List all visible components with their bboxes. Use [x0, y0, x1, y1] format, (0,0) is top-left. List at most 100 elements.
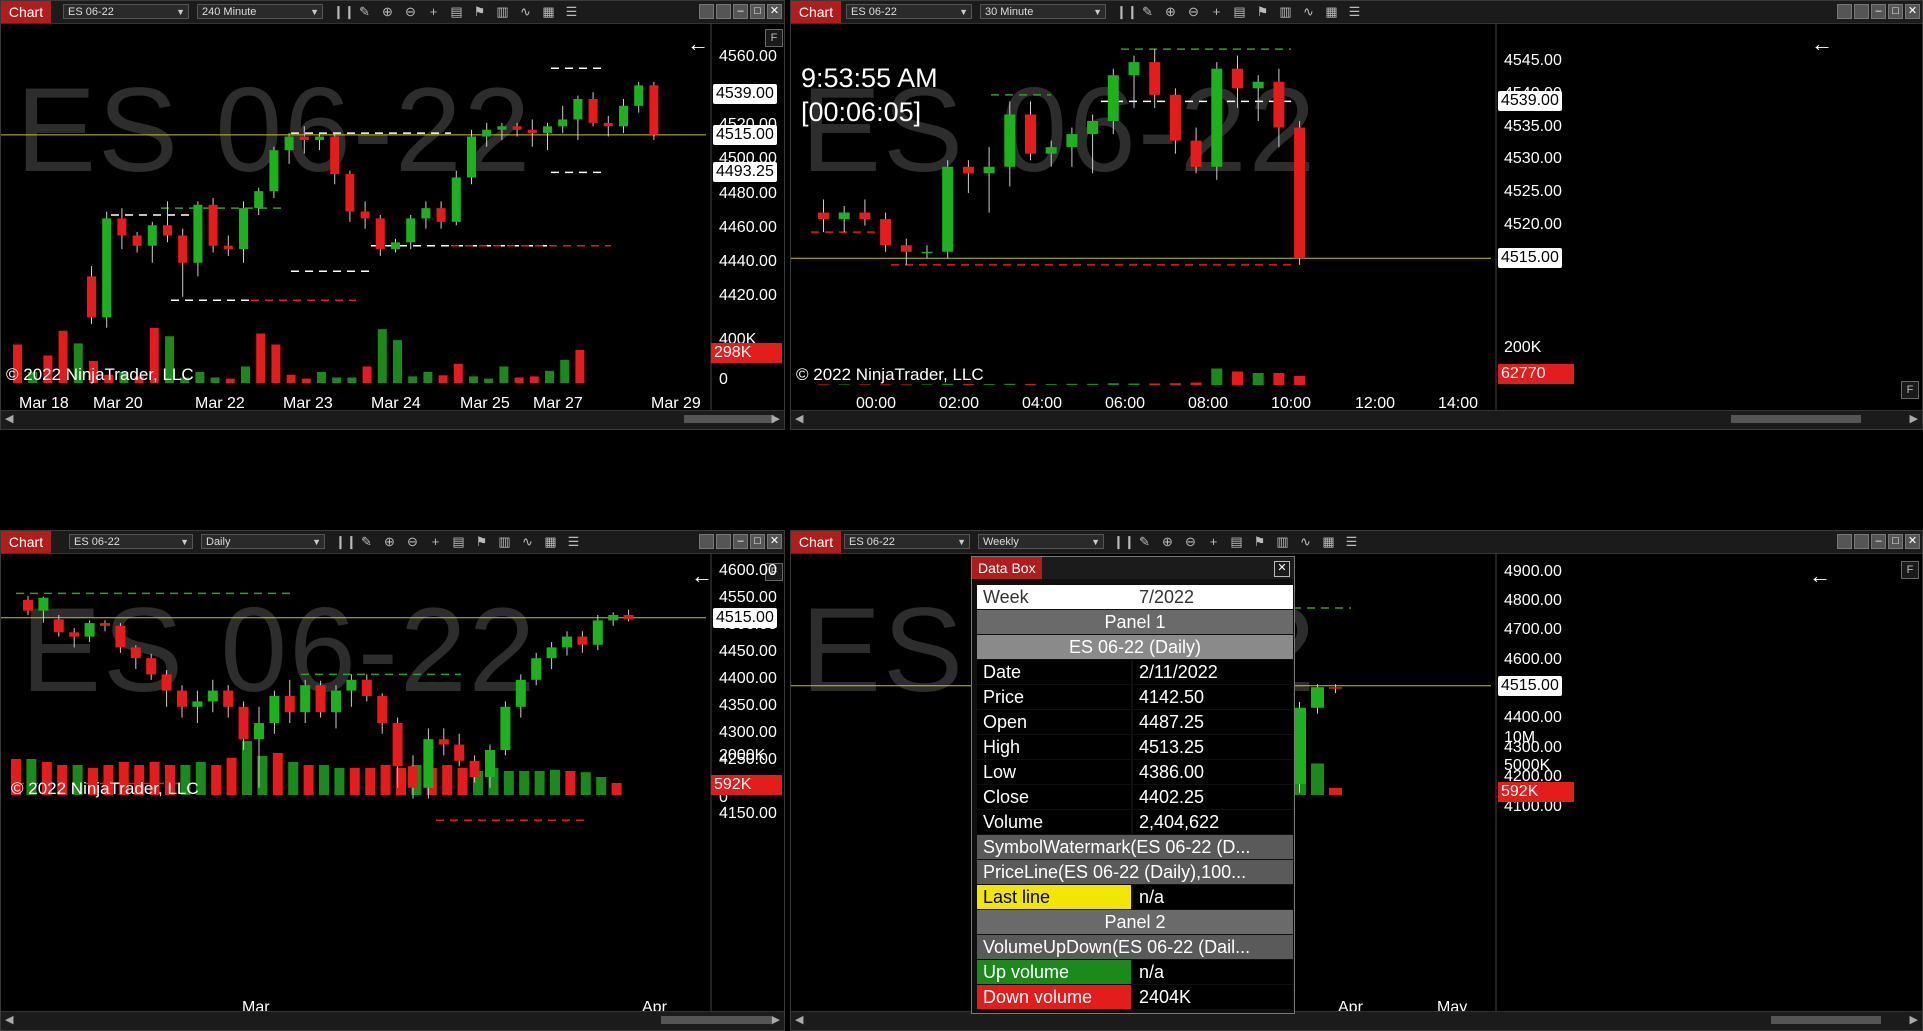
candle-body: [299, 136, 309, 140]
volume-bar: [1311, 763, 1324, 795]
last-line-value: n/a: [1133, 885, 1293, 909]
scale-f-button[interactable]: F: [1901, 381, 1919, 399]
data-box-window[interactable]: Data Box ✕ Week 7/2022 Panel 1 ES 06-22 …: [971, 556, 1295, 1014]
candle-body: [239, 208, 248, 250]
candle-body: [562, 636, 572, 648]
panel2-label: Panel 2: [977, 910, 1293, 934]
chart-window-30min: Chart ES 06-22 ▼ 30 Minute ▼ ❙❙ ✎ ⊕ ⊖ + ▤ ⚑ ▥ ∿ ▦ ☰ …: [790, 0, 1923, 430]
candle-body: [451, 177, 461, 222]
candle-body: [1087, 121, 1099, 135]
candle-body: [147, 225, 157, 246]
candle-body: [392, 723, 403, 767]
volume-bar: [1107, 383, 1119, 385]
candle-body: [192, 701, 203, 707]
volume-bar: [286, 374, 296, 383]
horizontal-scrollbar[interactable]: ◀ ▶: [791, 1011, 1922, 1030]
candle-body: [497, 126, 507, 130]
indicator-label: SymbolWatermark(ES 06-22 (D...: [977, 835, 1293, 859]
volume-tick-label: 0: [719, 371, 728, 388]
volume-bar: [550, 769, 560, 795]
volume-bar: [484, 378, 494, 383]
close-icon[interactable]: ✕: [1274, 561, 1290, 577]
row-key: Price: [977, 685, 1131, 709]
candle-body: [1273, 81, 1285, 128]
candle-body: [345, 174, 355, 212]
panel1-header: Panel 1: [977, 610, 1293, 634]
candle-body: [482, 129, 492, 137]
scroll-right-icon[interactable]: ▶: [1910, 1013, 1918, 1026]
scale-f-button[interactable]: F: [765, 29, 783, 47]
row-value: 4487.25: [1133, 710, 1293, 734]
scroll-left-icon[interactable]: ◀: [5, 412, 13, 425]
price-tick-label: 4400.00: [719, 669, 777, 687]
volume-bar: [1025, 384, 1036, 385]
volume-bar: [1149, 383, 1161, 385]
candle-body: [421, 208, 431, 219]
candle-body: [438, 739, 449, 745]
candle-body: [983, 166, 995, 174]
candle-body: [315, 136, 324, 140]
scroll-right-icon[interactable]: ▶: [772, 412, 780, 425]
row-value: 4402.25: [1133, 785, 1293, 809]
row-key: Close: [977, 785, 1131, 809]
candle-body: [603, 122, 613, 127]
chart-window-weekly: Chart ES 06-22 ▼ Weekly ▼ ❙❙ ✎ ⊕ ⊖ + ▤ ⚑ ▥ ∿ ▦ ☰ – □ ✕…: [790, 530, 1923, 1031]
candle-body: [1004, 114, 1016, 167]
price-tick-label: 4440.00: [719, 252, 777, 270]
scroll-thumb[interactable]: [661, 1016, 771, 1024]
scroll-right-icon[interactable]: ▶: [772, 1013, 780, 1026]
up-volume-row: Up volume n/a: [977, 960, 1293, 984]
back-arrow-icon[interactable]: ←: [687, 31, 709, 57]
scroll-right-icon[interactable]: ▶: [1910, 412, 1918, 425]
volume-tick-label: 5000K: [1504, 757, 1551, 774]
back-arrow-icon[interactable]: ←: [1809, 563, 1831, 589]
horizontal-scrollbar[interactable]: ◀ ▶: [1, 1011, 784, 1030]
volume-bar: [983, 384, 995, 385]
volume-bar: [596, 777, 607, 795]
candle-body: [132, 235, 142, 246]
chart-window-240min: Chart ES 06-22 ▼ 240 Minute ▼ ❙❙ ✎ ⊕ ⊖ + ▤ ⚑ ▥ ∿ ▦ ☰…: [0, 0, 785, 430]
candle-body: [360, 211, 370, 219]
volume-bar: [226, 757, 237, 795]
scroll-thumb[interactable]: [1771, 1016, 1881, 1024]
scroll-left-icon[interactable]: ◀: [795, 412, 803, 425]
candle-body: [649, 85, 659, 135]
price-tick-label: 4550.00: [719, 588, 777, 606]
price-marker: 4539.00: [1498, 91, 1562, 112]
indicator-row: SymbolWatermark(ES 06-22 (D...: [977, 835, 1293, 859]
candle-body: [573, 99, 583, 120]
horizontal-scrollbar[interactable]: ◀ ▶: [791, 410, 1922, 429]
candle-body: [921, 251, 933, 254]
volume-bar: [225, 378, 235, 383]
volume-bar: [377, 329, 387, 383]
candle-body: [38, 597, 49, 611]
candle-body: [163, 225, 172, 236]
volume-bar: [514, 377, 524, 383]
back-arrow-icon[interactable]: ←: [691, 563, 713, 589]
price-tick-label: 4350.00: [719, 696, 777, 714]
scroll-thumb[interactable]: [1731, 415, 1861, 423]
candle-body: [254, 723, 264, 740]
scroll-left-icon[interactable]: ◀: [5, 1013, 13, 1026]
back-arrow-icon[interactable]: ←: [1811, 31, 1833, 57]
candle-body: [1128, 62, 1140, 76]
volume-bar: [1211, 368, 1223, 385]
price-plot[interactable]: [791, 531, 1923, 1031]
volume-bar: [469, 376, 478, 383]
volume-bar: [393, 340, 402, 383]
scale-f-button[interactable]: F: [1901, 561, 1919, 579]
scroll-thumb[interactable]: [684, 415, 774, 423]
candle-body: [331, 690, 341, 713]
volume-bar: [423, 372, 433, 383]
scroll-left-icon[interactable]: ◀: [795, 1013, 803, 1026]
volume-bar: [380, 765, 391, 795]
candle-body: [146, 658, 157, 675]
candle-body: [588, 99, 598, 123]
horizontal-scrollbar[interactable]: ◀ ▶: [1, 410, 784, 429]
candle-body: [269, 150, 279, 192]
row-value: 4142.50: [1133, 685, 1293, 709]
indicator-label: PriceLine(ES 06-22 (Daily),100...: [977, 860, 1293, 884]
candle-body: [1329, 687, 1342, 689]
volume-bar: [1329, 788, 1342, 795]
volume-bar: [210, 377, 220, 383]
